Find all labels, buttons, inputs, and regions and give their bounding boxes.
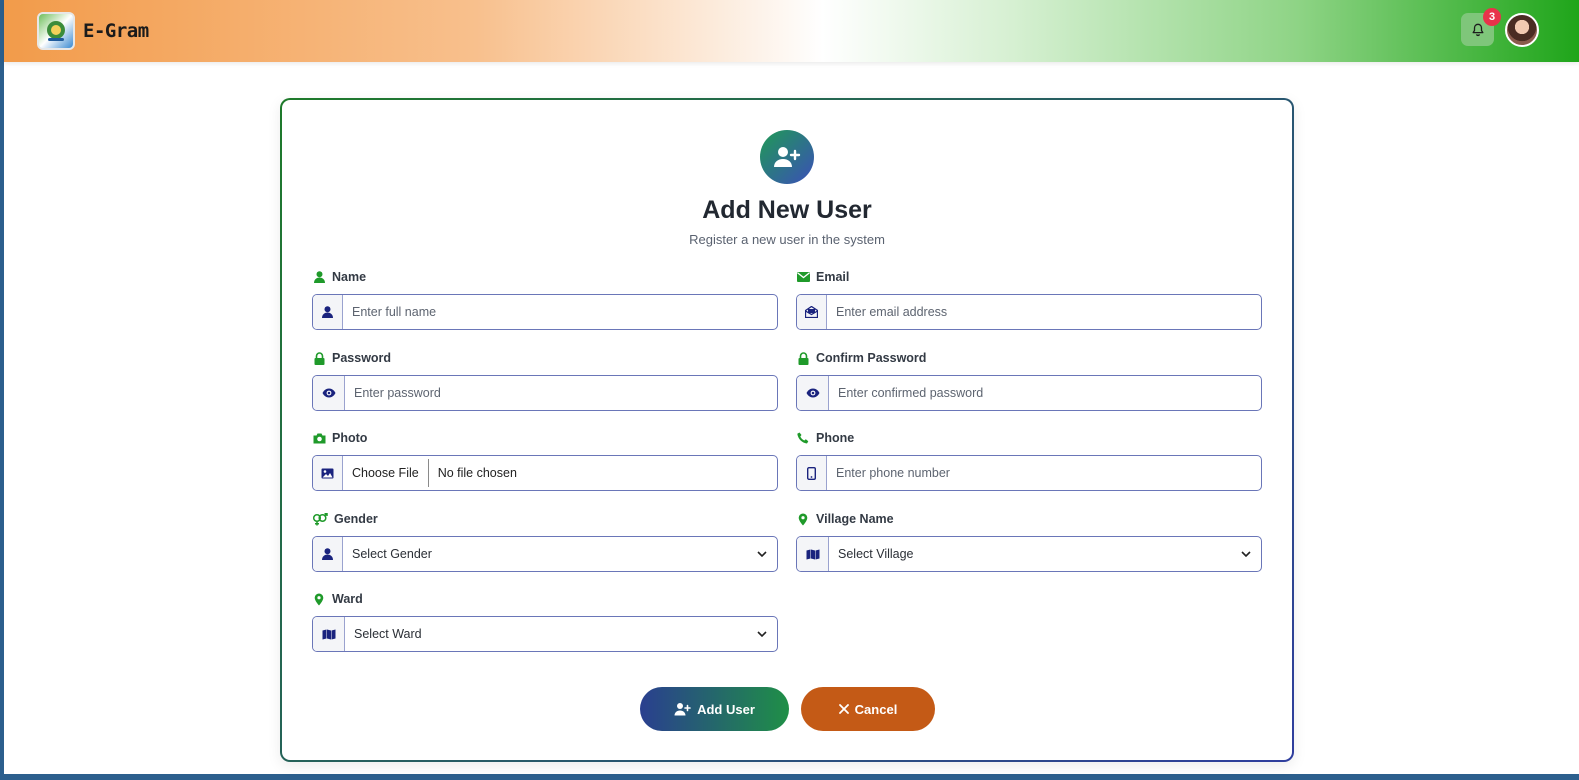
gender-selected-value: Select Gender bbox=[352, 547, 432, 561]
village-label: Village Name bbox=[816, 512, 894, 526]
chevron-down-icon bbox=[757, 631, 767, 637]
email-input[interactable] bbox=[827, 295, 1261, 329]
user-icon bbox=[313, 537, 343, 571]
map-icon bbox=[313, 617, 345, 651]
e-gram-logo-icon bbox=[37, 12, 75, 50]
add-user-card: Add New User Register a new user in the … bbox=[280, 98, 1294, 762]
village-field-group: Village Name Select Village bbox=[796, 511, 1262, 572]
photo-field-group: Photo Choose File No file chosen bbox=[312, 430, 778, 491]
gender-select[interactable]: Select Gender bbox=[312, 536, 778, 572]
notifications-button[interactable]: 3 bbox=[1461, 8, 1501, 46]
envelope-open-icon bbox=[797, 295, 827, 329]
chevron-down-icon bbox=[1241, 551, 1251, 557]
confirm-password-input[interactable] bbox=[829, 376, 1261, 410]
password-input-wrapper bbox=[312, 375, 778, 411]
name-input-wrapper bbox=[312, 294, 778, 330]
password-label: Password bbox=[332, 351, 392, 365]
file-status-text: No file chosen bbox=[437, 466, 517, 480]
add-user-button[interactable]: Add User bbox=[640, 687, 789, 731]
lock-icon bbox=[796, 351, 810, 365]
user-plus-icon bbox=[760, 130, 814, 184]
user-avatar[interactable] bbox=[1505, 13, 1539, 47]
ward-selected-value: Select Ward bbox=[354, 627, 422, 641]
ward-label: Ward bbox=[332, 592, 363, 606]
page-subtitle: Register a new user in the system bbox=[689, 232, 885, 247]
phone-input[interactable] bbox=[827, 456, 1261, 490]
photo-label: Photo bbox=[332, 431, 368, 445]
confirm-password-input-wrapper bbox=[796, 375, 1262, 411]
confirm-password-field-group: Confirm Password bbox=[796, 350, 1262, 411]
map-icon bbox=[797, 537, 829, 571]
cancel-label: Cancel bbox=[854, 701, 898, 717]
phone-input-wrapper bbox=[796, 455, 1262, 491]
choose-file-button[interactable]: Choose File bbox=[343, 459, 429, 487]
photo-file-input[interactable]: Choose File No file chosen bbox=[343, 456, 777, 490]
name-input[interactable] bbox=[343, 295, 777, 329]
eye-icon[interactable] bbox=[313, 376, 345, 410]
brand[interactable]: E-Gram bbox=[37, 12, 149, 50]
venus-mars-icon bbox=[312, 512, 328, 526]
name-field-group: Name bbox=[312, 269, 778, 330]
brand-name: E-Gram bbox=[83, 20, 149, 42]
phone-icon bbox=[796, 431, 810, 445]
email-field-group: Email bbox=[796, 269, 1262, 330]
map-pin-icon bbox=[312, 592, 326, 606]
village-select[interactable]: Select Village bbox=[796, 536, 1262, 572]
name-label: Name bbox=[332, 270, 367, 284]
user-plus-icon bbox=[674, 703, 691, 716]
notification-count-badge: 3 bbox=[1483, 8, 1501, 26]
image-icon bbox=[313, 456, 343, 490]
password-input[interactable] bbox=[345, 376, 777, 410]
photo-input-wrapper: Choose File No file chosen bbox=[312, 455, 778, 491]
phone-field-group: Phone bbox=[796, 430, 1262, 491]
mobile-icon bbox=[797, 456, 827, 490]
map-pin-icon bbox=[796, 512, 810, 526]
add-user-label: Add User bbox=[697, 701, 755, 717]
village-selected-value: Select Village bbox=[838, 547, 914, 561]
camera-icon bbox=[312, 431, 326, 445]
ward-select[interactable]: Select Ward bbox=[312, 616, 778, 652]
ward-field-group: Ward Select Ward bbox=[312, 591, 778, 652]
page-title: Add New User bbox=[702, 196, 872, 224]
envelope-icon bbox=[796, 270, 810, 284]
lock-icon bbox=[312, 351, 326, 365]
email-label: Email bbox=[816, 270, 850, 284]
eye-icon[interactable] bbox=[797, 376, 829, 410]
app-frame: E-Gram 3 Add New User Register a new use… bbox=[4, 0, 1579, 774]
user-icon bbox=[312, 270, 326, 284]
close-icon bbox=[838, 704, 849, 714]
gender-field-group: Gender Select Gender bbox=[312, 511, 778, 572]
cancel-button[interactable]: Cancel bbox=[801, 687, 935, 731]
bell-icon bbox=[1472, 23, 1483, 36]
gender-label: Gender bbox=[334, 512, 378, 526]
confirm-password-label: Confirm Password bbox=[816, 351, 927, 365]
password-field-group: Password bbox=[312, 350, 778, 411]
user-icon bbox=[313, 295, 343, 329]
chevron-down-icon bbox=[757, 551, 767, 557]
top-navbar: E-Gram 3 bbox=[4, 0, 1579, 62]
phone-label: Phone bbox=[816, 431, 855, 445]
email-input-wrapper bbox=[796, 294, 1262, 330]
